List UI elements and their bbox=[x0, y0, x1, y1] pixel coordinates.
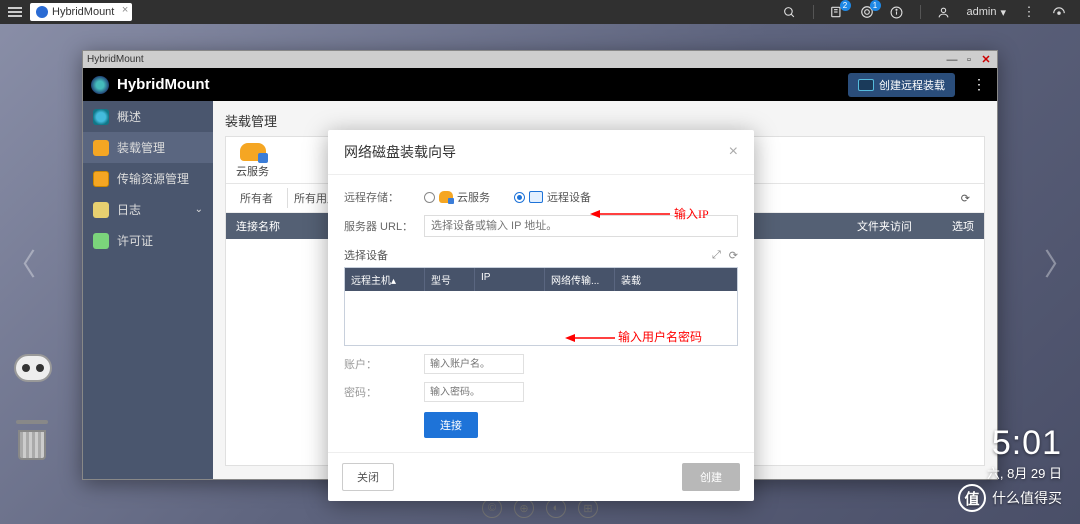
col-name[interactable]: 连接名称 bbox=[236, 218, 280, 234]
next-arrow[interactable]: 〉 bbox=[1044, 240, 1074, 284]
trash-icon[interactable] bbox=[18, 420, 52, 460]
close-button[interactable]: 关闭 bbox=[342, 463, 394, 491]
watermark-text: 什么值得买 bbox=[992, 488, 1062, 508]
filter-owner-label: 所有者 bbox=[234, 188, 279, 208]
log-icon bbox=[93, 202, 109, 218]
th-account[interactable]: 装载 bbox=[615, 268, 737, 291]
server-url-input[interactable] bbox=[424, 215, 738, 237]
sidebar-item-overview[interactable]: 概述 bbox=[83, 101, 213, 132]
dashboard-icon[interactable] bbox=[1052, 5, 1066, 19]
dock-icon-1[interactable]: © bbox=[482, 498, 502, 518]
remote-device-icon bbox=[529, 191, 543, 203]
alert-badge: 1 bbox=[870, 0, 881, 11]
select-device-label: 选择设备 bbox=[344, 247, 388, 263]
user-label: 账户： bbox=[344, 356, 414, 372]
sidebar-item-label: 日志 bbox=[117, 201, 141, 218]
maximize-button[interactable]: ▫ bbox=[962, 53, 976, 67]
cloud-svc-icon bbox=[439, 191, 453, 203]
clock-date: 六, 8月 29 日 bbox=[987, 463, 1062, 482]
clock-widget: 5:01 六, 8月 29 日 bbox=[987, 424, 1062, 482]
overview-icon bbox=[93, 109, 109, 125]
window-title: HybridMount bbox=[87, 54, 144, 65]
tab-label: HybridMount bbox=[52, 6, 114, 18]
license-icon bbox=[93, 233, 109, 249]
dock: © ⊕ ◐ ⊞ bbox=[482, 498, 598, 518]
sidebar-item-label: 装载管理 bbox=[117, 139, 165, 156]
menu-button[interactable] bbox=[0, 11, 30, 13]
username-input[interactable] bbox=[424, 354, 524, 374]
app-icon bbox=[36, 6, 48, 18]
app-logo-icon bbox=[91, 76, 109, 94]
monitor-icon bbox=[858, 79, 874, 91]
devices-icon[interactable]: 2 bbox=[830, 5, 844, 19]
more-icon[interactable]: ⋮ bbox=[1022, 5, 1036, 19]
assistant-widget[interactable] bbox=[14, 354, 60, 400]
th-ip[interactable]: IP bbox=[475, 268, 545, 291]
chevron-down-icon: ⌄ bbox=[195, 204, 203, 215]
close-icon[interactable]: × bbox=[122, 4, 128, 16]
window-tab[interactable]: HybridMount × bbox=[30, 3, 132, 21]
watermark: 值 什么值得买 bbox=[958, 484, 1062, 512]
sidebar-item-label: 概述 bbox=[117, 108, 141, 125]
th-proto[interactable]: 网络传输... bbox=[545, 268, 615, 291]
expand-icon[interactable]: ⤢ bbox=[712, 249, 721, 262]
connect-button[interactable]: 连接 bbox=[424, 412, 478, 438]
tab-cloud[interactable]: 云服务 bbox=[226, 137, 279, 183]
url-label: 服务器 URL： bbox=[344, 218, 414, 234]
alert-icon[interactable]: 1 bbox=[860, 5, 874, 19]
minimize-button[interactable]: — bbox=[945, 53, 959, 67]
modal-close-icon[interactable]: × bbox=[729, 143, 738, 161]
pass-label: 密码： bbox=[344, 384, 414, 400]
sidebar-item-log[interactable]: 日志 ⌄ bbox=[83, 194, 213, 225]
modal-title: 网络磁盘装载向导 bbox=[344, 142, 456, 162]
password-input[interactable] bbox=[424, 382, 524, 402]
radio-remote[interactable]: 远程设备 bbox=[514, 189, 591, 205]
sidebar-item-label: 传输资源管理 bbox=[117, 170, 189, 187]
dock-icon-2[interactable]: ⊕ bbox=[514, 498, 534, 518]
dock-icon-4[interactable]: ⊞ bbox=[578, 498, 598, 518]
sidebar-item-transfer[interactable]: 传输资源管理 bbox=[83, 163, 213, 194]
cloud-icon bbox=[240, 143, 266, 161]
th-host[interactable]: 远程主机▴ bbox=[345, 268, 425, 291]
sidebar-item-label: 许可证 bbox=[117, 232, 153, 249]
watermark-icon: 值 bbox=[958, 484, 986, 512]
sidebar: 概述 装载管理 传输资源管理 日志 ⌄ 许可证 bbox=[83, 101, 213, 479]
header-more-icon[interactable]: ⋮ bbox=[969, 76, 989, 93]
refresh-list-icon[interactable]: ⟳ bbox=[729, 249, 738, 262]
user-icon[interactable] bbox=[937, 5, 951, 19]
create-remote-mount-button[interactable]: 创建远程装载 bbox=[848, 73, 955, 97]
search-icon[interactable] bbox=[783, 5, 797, 19]
close-button[interactable]: ✕ bbox=[979, 53, 993, 67]
wizard-modal: 网络磁盘装载向导 × 远程存储： 云服务 远程设备 服务器 URL： 选择设备 … bbox=[328, 130, 754, 501]
prev-arrow[interactable]: 〈 bbox=[6, 240, 36, 284]
refresh-icon[interactable]: ⟳ bbox=[955, 190, 976, 207]
mount-icon bbox=[93, 140, 109, 156]
dock-icon-3[interactable]: ◐ bbox=[546, 498, 566, 518]
sidebar-item-license[interactable]: 许可证 bbox=[83, 225, 213, 256]
transfer-icon bbox=[93, 171, 109, 187]
create-button: 创建 bbox=[682, 463, 740, 491]
col-folder[interactable]: 文件夹访问 bbox=[857, 218, 912, 234]
sidebar-item-mount[interactable]: 装载管理 bbox=[83, 132, 213, 163]
user-menu[interactable]: admin▾ bbox=[967, 6, 1007, 19]
th-model[interactable]: 型号 bbox=[425, 268, 475, 291]
app-title: HybridMount bbox=[117, 76, 209, 93]
clock-time: 5:01 bbox=[987, 424, 1062, 463]
col-options[interactable]: 选项 bbox=[952, 218, 974, 234]
notif-badge: 2 bbox=[840, 0, 851, 11]
device-table: 远程主机▴ 型号 IP 网络传输... 装载 bbox=[344, 267, 738, 346]
mode-label: 远程存储： bbox=[344, 189, 414, 205]
info-icon[interactable] bbox=[890, 5, 904, 19]
radio-cloud[interactable]: 云服务 bbox=[424, 189, 490, 205]
